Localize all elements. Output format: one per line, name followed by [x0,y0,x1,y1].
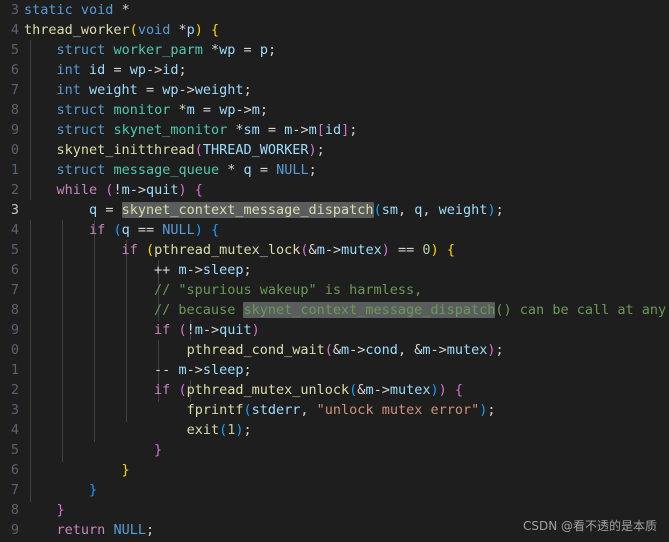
line-content: fprintf(stderr, "unlock mutex error"); [186,402,496,418]
line-content: pthread_cond_wait(&m->cond, &m->mutex); [186,342,504,358]
code-line[interactable]: 9 if (!m->quit) [0,320,669,340]
line-number: 1 [10,362,19,378]
line-number: 4 [10,22,19,38]
line-number: 4 [10,222,19,238]
line-content: } [154,442,163,458]
code-lines[interactable]: 3 static void * 4 thread_worker(void *p)… [0,0,669,542]
code-line[interactable]: 4 if (q == NULL) { [0,220,669,240]
code-line[interactable]: 5 if (pthread_mutex_lock(&m->mutex) == 0… [0,240,669,260]
code-line[interactable]: 4 exit(1); [0,420,669,440]
code-line[interactable]: 1 -- m->sleep; [0,360,669,380]
code-line[interactable]: 2 if (pthread_mutex_unlock(&m->mutex)) { [0,380,669,400]
line-number: 8 [10,502,19,518]
code-line-active[interactable]: 3 q = skynet_context_message_dispatch(sm… [0,200,669,220]
line-content: struct skynet_monitor *sm = m->m[id]; [56,122,358,138]
line-content: } [121,462,130,478]
line-number: 5 [10,242,19,258]
line-content: if (!m->quit) [154,322,260,338]
code-line[interactable]: 6 } [0,460,669,480]
line-content: q = skynet_context_message_dispatch(sm, … [89,202,504,218]
line-number: 3 [10,402,19,418]
line-content: struct message_queue * q = NULL; [56,162,317,178]
line-content: // because skynet_context_message_dispat… [24,302,667,318]
line-content: // "spurious wakeup" is harmless, [24,282,423,298]
line-number: 2 [10,182,19,198]
code-line[interactable]: 4 thread_worker(void *p) { [0,20,669,40]
line-number: 9 [10,522,19,538]
line-content: int id = wp->id; [56,62,187,78]
code-line[interactable]: 9 struct skynet_monitor *sm = m->m[id]; [0,120,669,140]
code-line[interactable]: 6 ++ m->sleep; [0,260,669,280]
code-line[interactable]: 5 struct worker_parm *wp = p; [0,40,669,60]
line-content: static void * [24,2,130,18]
line-content: while (!m->quit) { [56,182,203,198]
code-line[interactable]: 7 } [0,480,669,500]
line-number: 9 [10,122,19,138]
line-content: if (q == NULL) { [89,222,220,238]
line-content: return NULL; [56,522,155,538]
code-line[interactable]: 3 static void * [0,0,669,20]
line-content: ++ m->sleep; [154,262,252,278]
line-content: struct worker_parm *wp = p; [56,42,277,58]
line-number: 3 [10,2,19,18]
line-content: exit(1); [186,422,252,438]
line-content: if (pthread_mutex_lock(&m->mutex) == 0) … [121,242,455,258]
code-line[interactable]: 0 skynet_initthread(THREAD_WORKER); [0,140,669,160]
line-number: 5 [10,442,19,458]
line-content: struct monitor *m = wp->m; [56,102,268,118]
code-line[interactable]: 6 int id = wp->id; [0,60,669,80]
line-content: } [89,482,98,498]
line-number: 6 [10,462,19,478]
line-number: 2 [10,382,19,398]
line-content: if (pthread_mutex_unlock(&m->mutex)) { [154,382,464,398]
line-number: 9 [10,322,19,338]
line-number: 4 [10,422,19,438]
line-number: 1 [10,162,19,178]
line-number: 5 [10,42,19,58]
code-line[interactable]: 8 // because skynet_context_message_disp… [0,300,669,320]
code-line[interactable]: 7 int weight = wp->weight; [0,80,669,100]
line-content: thread_worker(void *p) { [24,22,220,38]
line-number: 6 [10,262,19,278]
line-number: 0 [10,142,19,158]
line-number: 7 [10,82,19,98]
selected-symbol[interactable]: skynet_context_message_dispatch [243,302,496,318]
code-editor[interactable]: 3 static void * 4 thread_worker(void *p)… [0,0,669,542]
line-number: 7 [10,282,19,298]
line-content: -- m->sleep; [154,362,252,378]
line-number: 0 [10,342,19,358]
code-line[interactable]: 0 pthread_cond_wait(&m->cond, &m->mutex)… [0,340,669,360]
code-line[interactable]: 5 } [0,440,669,460]
watermark: CSDN @看不透的是本质 [522,519,657,533]
line-number: 8 [10,302,19,318]
line-number: 3 [10,202,19,218]
code-line[interactable]: 7 // "spurious wakeup" is harmless, [0,280,669,300]
line-number: 6 [10,62,19,78]
code-line[interactable]: 8 struct monitor *m = wp->m; [0,100,669,120]
code-line[interactable]: 3 fprintf(stderr, "unlock mutex error"); [0,400,669,420]
line-content: } [56,502,65,518]
code-line[interactable]: 2 while (!m->quit) { [0,180,669,200]
selected-symbol[interactable]: skynet_context_message_dispatch [121,202,374,218]
line-content: skynet_initthread(THREAD_WORKER); [56,142,325,158]
line-number: 7 [10,482,19,498]
line-number: 8 [10,102,19,118]
code-line[interactable]: 1 struct message_queue * q = NULL; [0,160,669,180]
line-content: int weight = wp->weight; [56,82,252,98]
